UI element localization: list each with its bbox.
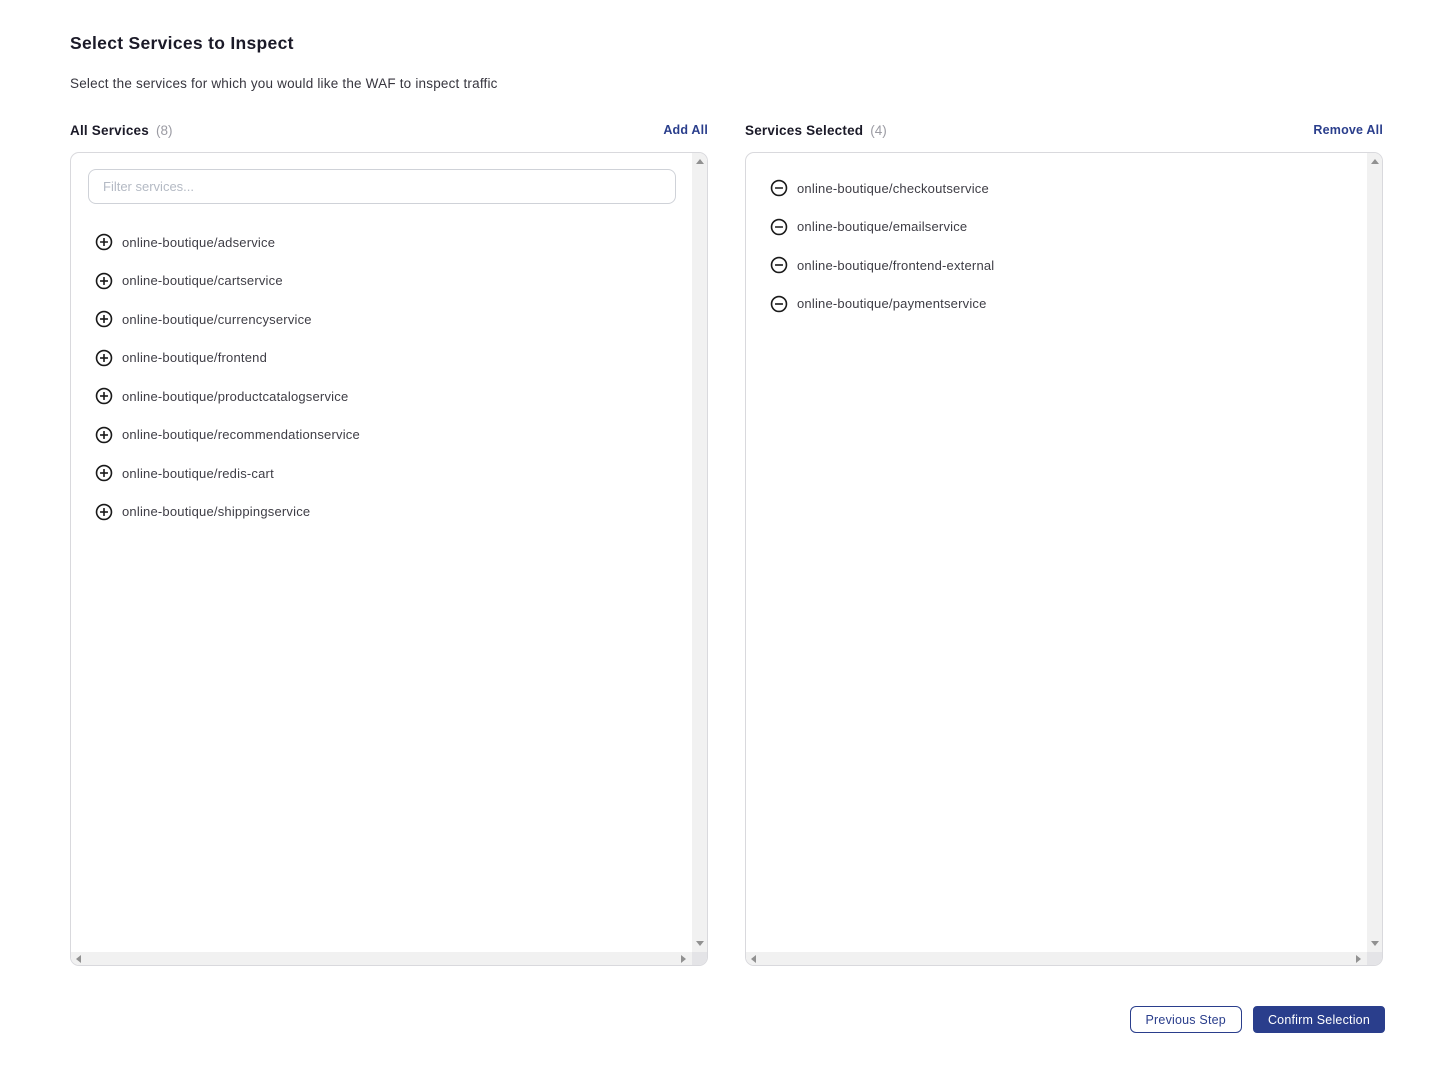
plus-circle-icon[interactable] xyxy=(95,387,113,405)
service-row[interactable]: online-boutique/redis-cart xyxy=(71,454,692,493)
scroll-up-arrow-icon[interactable] xyxy=(692,154,707,169)
service-name: online-boutique/frontend xyxy=(122,350,267,365)
scroll-right-arrow-icon[interactable] xyxy=(1351,952,1366,965)
add-all-link[interactable]: Add All xyxy=(663,123,708,137)
all-services-list: online-boutique/adservice online-boutiqu… xyxy=(71,223,692,531)
vertical-scrollbar[interactable] xyxy=(1367,153,1382,952)
all-services-label: All Services xyxy=(70,123,149,138)
all-services-count: (8) xyxy=(156,123,173,138)
service-row[interactable]: online-boutique/recommendationservice xyxy=(71,416,692,455)
service-row[interactable]: online-boutique/currencyservice xyxy=(71,300,692,339)
selected-services-list: online-boutique/checkoutservice online-b… xyxy=(746,169,1367,323)
selected-services-header: Services Selected (4) Remove All xyxy=(745,120,1383,140)
scroll-left-arrow-icon[interactable] xyxy=(71,952,86,965)
service-row[interactable]: online-boutique/productcatalogservice xyxy=(71,377,692,416)
scroll-right-arrow-icon[interactable] xyxy=(676,952,691,965)
service-name: online-boutique/redis-cart xyxy=(122,466,274,481)
service-row[interactable]: online-boutique/emailservice xyxy=(746,208,1367,247)
service-name: online-boutique/productcatalogservice xyxy=(122,389,348,404)
service-name: online-boutique/shippingservice xyxy=(122,504,310,519)
scroll-down-arrow-icon[interactable] xyxy=(692,936,707,951)
service-name: online-boutique/adservice xyxy=(122,235,275,250)
service-name: online-boutique/frontend-external xyxy=(797,258,994,273)
plus-circle-icon[interactable] xyxy=(95,310,113,328)
plus-circle-icon[interactable] xyxy=(95,426,113,444)
all-services-section: All Services (8) Add All online-boutique… xyxy=(70,120,708,966)
scroll-left-arrow-icon[interactable] xyxy=(746,952,761,965)
scroll-down-arrow-icon[interactable] xyxy=(1367,936,1382,951)
remove-all-link[interactable]: Remove All xyxy=(1313,123,1383,137)
scroll-up-arrow-icon[interactable] xyxy=(1367,154,1382,169)
scrollbar-corner xyxy=(692,952,707,965)
service-name: online-boutique/emailservice xyxy=(797,219,967,234)
service-row[interactable]: online-boutique/frontend xyxy=(71,339,692,378)
wizard-footer: Previous Step Confirm Selection xyxy=(70,1006,1385,1033)
selected-services-count: (4) xyxy=(870,123,887,138)
service-name: online-boutique/checkoutservice xyxy=(797,181,989,196)
service-row[interactable]: online-boutique/frontend-external xyxy=(746,246,1367,285)
service-name: online-boutique/currencyservice xyxy=(122,312,312,327)
minus-circle-icon[interactable] xyxy=(770,218,788,236)
filter-services-input[interactable] xyxy=(88,169,676,204)
plus-circle-icon[interactable] xyxy=(95,349,113,367)
page-subtitle: Select the services for which you would … xyxy=(70,76,1385,91)
service-row[interactable]: online-boutique/paymentservice xyxy=(746,285,1367,324)
page-title: Select Services to Inspect xyxy=(70,33,1385,54)
service-name: online-boutique/recommendationservice xyxy=(122,427,360,442)
scrollbar-corner xyxy=(1367,952,1382,965)
vertical-scrollbar[interactable] xyxy=(692,153,707,952)
minus-circle-icon[interactable] xyxy=(770,295,788,313)
plus-circle-icon[interactable] xyxy=(95,503,113,521)
all-services-panel: online-boutique/adservice online-boutiqu… xyxy=(70,152,708,966)
selected-services-panel-content: online-boutique/checkoutservice online-b… xyxy=(746,153,1367,952)
service-row[interactable]: online-boutique/shippingservice xyxy=(71,493,692,532)
all-services-panel-content: online-boutique/adservice online-boutiqu… xyxy=(71,153,692,952)
horizontal-scrollbar[interactable] xyxy=(746,952,1367,965)
minus-circle-icon[interactable] xyxy=(770,179,788,197)
service-row[interactable]: online-boutique/cartservice xyxy=(71,262,692,301)
service-name: online-boutique/paymentservice xyxy=(797,296,987,311)
all-services-title-wrap: All Services (8) xyxy=(70,123,172,138)
selected-services-section: Services Selected (4) Remove All online-… xyxy=(745,120,1383,966)
dual-list-picker: All Services (8) Add All online-boutique… xyxy=(70,120,1385,966)
confirm-selection-button[interactable]: Confirm Selection xyxy=(1253,1006,1385,1033)
minus-circle-icon[interactable] xyxy=(770,256,788,274)
selected-services-panel: online-boutique/checkoutservice online-b… xyxy=(745,152,1383,966)
plus-circle-icon[interactable] xyxy=(95,464,113,482)
select-services-page: Select Services to Inspect Select the se… xyxy=(0,0,1456,1072)
selected-services-label: Services Selected xyxy=(745,123,863,138)
service-row[interactable]: online-boutique/adservice xyxy=(71,223,692,262)
selected-services-title-wrap: Services Selected (4) xyxy=(745,123,887,138)
horizontal-scrollbar[interactable] xyxy=(71,952,692,965)
previous-step-button[interactable]: Previous Step xyxy=(1130,1006,1242,1033)
service-row[interactable]: online-boutique/checkoutservice xyxy=(746,169,1367,208)
plus-circle-icon[interactable] xyxy=(95,272,113,290)
service-name: online-boutique/cartservice xyxy=(122,273,283,288)
plus-circle-icon[interactable] xyxy=(95,233,113,251)
all-services-header: All Services (8) Add All xyxy=(70,120,708,140)
